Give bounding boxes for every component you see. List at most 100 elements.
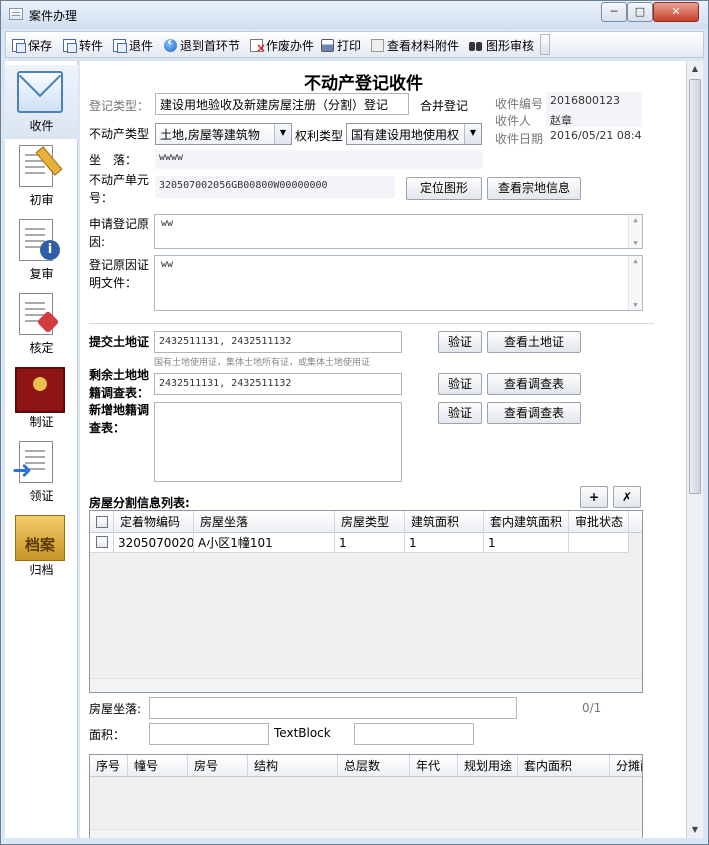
nav-item-issue-cert[interactable]: 制证 (5, 361, 78, 435)
verify-new-survey-button[interactable]: 验证 (438, 402, 482, 424)
transfer-icon (63, 38, 77, 53)
verify-remain-survey-button[interactable]: 验证 (438, 373, 482, 395)
close-button[interactable]: ✕ (653, 2, 699, 22)
location-field[interactable]: wwww (155, 150, 483, 169)
remain-survey-field[interactable]: 2432511131, 2432511132 (154, 373, 402, 395)
right-type-select[interactable]: 国有建设用地使用权 ▼ (346, 123, 482, 145)
nav-item-approve[interactable]: 核定 (5, 287, 78, 361)
nav-item-receive[interactable]: 收件 (5, 65, 78, 139)
save-icon (12, 38, 26, 53)
unit-no-field[interactable]: 320507002056GB00800W00000000 (155, 176, 395, 198)
void-icon (250, 38, 266, 55)
right-type-value: 国有建设用地使用权 (351, 128, 460, 142)
property-type-select[interactable]: 土地,房屋等建筑物 ▼ (155, 123, 292, 145)
workflow-sidebar: 收件 初审 复审 核定 制证 领证 档案 归档 (5, 61, 78, 838)
view-parcel-button[interactable]: 查看宗地信息 (487, 177, 581, 200)
cell-status[interactable] (569, 533, 629, 553)
receipt-date-label: 收件日期 (495, 132, 544, 146)
column-header[interactable]: 建筑面积 (405, 511, 484, 533)
cell-area[interactable]: 1 (405, 533, 484, 553)
verify-land-cert-button[interactable]: 验证 (438, 331, 482, 353)
scroll-thumb[interactable] (689, 79, 701, 494)
column-header[interactable]: 套内建筑面积 (484, 511, 569, 533)
reg-type-label: 登记类型： (89, 99, 150, 113)
receipt-no-label: 收件编号 (495, 97, 544, 111)
delete-row-button[interactable]: ✗ (613, 486, 641, 508)
row-checkbox[interactable] (96, 536, 108, 548)
column-header[interactable]: 结构 (248, 755, 338, 777)
maximize-button[interactable]: □ (627, 2, 653, 22)
cell-inner-area[interactable]: 1 (484, 533, 569, 553)
apply-reason-textarea[interactable]: ww (154, 214, 643, 249)
attachment-icon (371, 38, 384, 52)
print-label: 打印 (337, 38, 362, 53)
cell-location[interactable]: A小区1幢101 (194, 533, 335, 553)
column-header[interactable]: 年代 (410, 755, 458, 777)
house-location-field[interactable] (149, 697, 517, 719)
nav-item-re-review[interactable]: 复审 (5, 213, 78, 287)
table-row[interactable]: 32050700205 A小区1幢101 1 1 1 (90, 533, 629, 553)
reg-type-field[interactable]: 建设用地验收及新建房屋注册（分割）登记 (155, 93, 409, 115)
nav-item-collect-cert[interactable]: 领证 (5, 435, 78, 509)
column-header[interactable]: 定着物编码 (114, 511, 194, 533)
column-header[interactable]: 审批状态 (569, 511, 629, 533)
locate-graphic-button[interactable]: 定位图形 (406, 177, 482, 200)
graphic-review-label: 图形审核 (486, 38, 535, 53)
add-row-button[interactable]: + (580, 486, 608, 508)
textblock-field[interactable] (354, 723, 474, 745)
print-button[interactable]: 打印 (321, 36, 361, 54)
cell-code[interactable]: 32050700205 (114, 533, 194, 553)
column-header[interactable]: 分摊面积 (610, 755, 642, 777)
horizontal-scrollbar[interactable] (90, 829, 642, 838)
back-arrow-icon (164, 35, 177, 52)
column-header[interactable]: 房屋坐落 (194, 511, 335, 533)
reason-doc-label: 登记原因证明文件： (89, 258, 150, 290)
main-vertical-scrollbar[interactable]: ▲ ▼ (686, 61, 703, 838)
column-header[interactable]: 房号 (188, 755, 248, 777)
view-new-survey-button[interactable]: 查看调查表 (487, 402, 581, 424)
graphic-review-button[interactable]: 图形审核 (469, 36, 534, 54)
land-cert-field[interactable]: 2432511131, 2432511132 (154, 331, 402, 353)
nav-item-initial-review[interactable]: 初审 (5, 139, 78, 213)
scrollbar[interactable] (628, 256, 642, 310)
printer-icon (321, 38, 334, 52)
view-attachments-button[interactable]: 查看材料附件 (371, 36, 459, 54)
back-to-first-button[interactable]: 退到首环节 (164, 35, 240, 54)
nav-label: 收件 (29, 119, 54, 133)
column-header[interactable]: 幢号 (128, 755, 188, 777)
void-button[interactable]: 作废办件 (250, 36, 315, 55)
area-field[interactable] (149, 723, 269, 745)
return-button[interactable]: 退件 (113, 36, 153, 54)
split-list-title: 房屋分割信息列表: (89, 496, 190, 510)
merge-reg-label[interactable]: 合并登记 (420, 97, 468, 114)
column-header[interactable]: 房屋类型 (335, 511, 405, 533)
scroll-down-icon[interactable]: ▼ (687, 822, 703, 838)
new-survey-textarea[interactable] (154, 402, 402, 482)
cell-type[interactable]: 1 (335, 533, 405, 553)
scrollbar[interactable] (628, 215, 642, 248)
column-header[interactable]: 套内面积 (518, 755, 610, 777)
transfer-button[interactable]: 转件 (63, 36, 103, 54)
scroll-up-icon[interactable]: ▲ (687, 61, 703, 77)
nav-label: 复审 (29, 267, 54, 281)
select-all-checkbox[interactable] (96, 516, 108, 528)
reason-doc-value: ww (161, 259, 174, 270)
area-label: 面积： (89, 728, 126, 742)
save-button[interactable]: 保存 (12, 36, 52, 54)
remain-survey-label: 剩余土地地籍调查表： (89, 368, 150, 400)
column-header[interactable]: 规划用途 (458, 755, 518, 777)
split-info-table: 定着物编码 房屋坐落 房屋类型 建筑面积 套内建筑面积 审批状态 3205070… (89, 510, 643, 693)
row-select-cell (90, 533, 114, 553)
column-header[interactable]: 序号 (90, 755, 128, 777)
minimize-button[interactable]: ─ (601, 2, 627, 22)
void-label: 作废办件 (266, 38, 315, 53)
view-land-cert-button[interactable]: 查看土地证 (487, 331, 581, 353)
reason-doc-textarea[interactable]: ww (154, 255, 643, 311)
document-check-icon (19, 293, 53, 335)
horizontal-scrollbar[interactable] (90, 678, 642, 692)
nav-item-archive[interactable]: 档案 归档 (5, 509, 78, 583)
column-header[interactable]: 总层数 (338, 755, 410, 777)
view-remain-survey-button[interactable]: 查看调查表 (487, 373, 581, 395)
receipt-date-value: 2016/05/21 08:49 (546, 127, 642, 147)
toolbar-overflow-grip[interactable] (540, 34, 550, 55)
